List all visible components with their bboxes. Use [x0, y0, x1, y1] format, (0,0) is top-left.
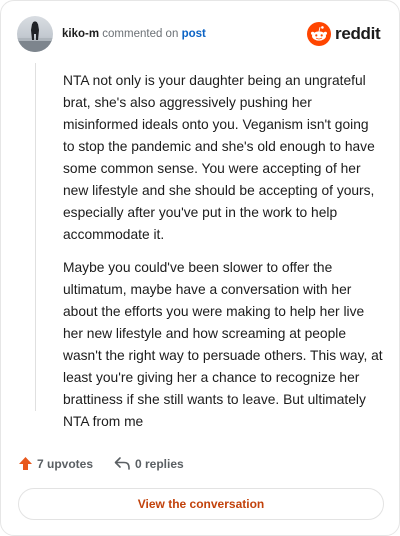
- reply-arrow-icon: [114, 457, 130, 470]
- upvote-arrow-icon: [19, 457, 32, 470]
- post-link[interactable]: post: [182, 28, 206, 40]
- username[interactable]: kiko-m: [62, 28, 99, 40]
- reddit-logo[interactable]: reddit: [307, 22, 383, 46]
- comment-body: NTA not only is your daughter being an u…: [63, 70, 383, 444]
- reddit-snoo-icon: [307, 22, 331, 46]
- attribution-action: commented on: [102, 28, 179, 40]
- avatar[interactable]: [17, 16, 53, 52]
- view-conversation-button[interactable]: View the conversation: [18, 488, 384, 520]
- upvote-count: 7 upvotes: [37, 457, 94, 471]
- comment-paragraph-2: Maybe you could've been slower to offer …: [63, 260, 383, 429]
- reply-count: 0 replies: [135, 457, 184, 471]
- avatar-image: [17, 21, 53, 52]
- comment-header: kiko-m commented on post reddit: [17, 16, 383, 52]
- comment-paragraph-1: NTA not only is your daughter being an u…: [63, 73, 375, 242]
- comment-attribution: kiko-m commented on post: [62, 27, 206, 41]
- thread-line: [35, 63, 36, 411]
- comment-card: kiko-m commented on post reddit NTA not …: [0, 0, 400, 536]
- reddit-wordmark: reddit: [335, 24, 381, 43]
